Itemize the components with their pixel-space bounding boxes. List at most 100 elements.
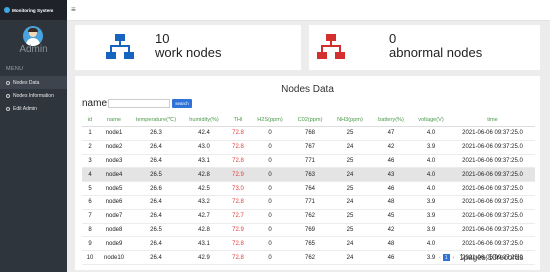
table-cell: 46 xyxy=(370,181,412,196)
table-cell: 42.7 xyxy=(182,209,226,224)
next-page-icon[interactable]: › xyxy=(453,255,455,261)
table-cell: 1 xyxy=(82,126,98,141)
table-cell: 43.1 xyxy=(182,236,226,252)
table-cell: node9 xyxy=(98,236,130,252)
column-header: C02(ppm) xyxy=(290,113,330,127)
table-cell: 72.8 xyxy=(226,195,250,210)
work-nodes-count: 10 xyxy=(155,31,170,46)
table-cell: 26.5 xyxy=(130,223,182,238)
brand: Monitoring System xyxy=(0,0,67,20)
search-button[interactable]: search xyxy=(172,99,192,108)
table-cell: 43.0 xyxy=(182,140,226,155)
table-cell: 2021-06-06 09:37:25.0 xyxy=(450,236,535,252)
table-row[interactable]: 2 node2 26.4 43.0 72.8 0 767 24 42 3.9 2021-06-06 … xyxy=(82,140,535,155)
brand-title: Monitoring System xyxy=(12,7,54,13)
table-cell: 0 xyxy=(250,250,290,265)
circle-icon xyxy=(6,93,10,98)
table-cell: 46 xyxy=(370,154,412,169)
table-cell: 0 xyxy=(250,181,290,196)
table-cell: 2021-06-06 09:37:25.0 xyxy=(450,209,535,224)
table-cell: 2021-06-06 09:37:25.0 xyxy=(450,140,535,155)
table-cell: 24 xyxy=(330,167,370,183)
table-cell: 72.8 xyxy=(226,126,250,141)
table-cell: 46 xyxy=(370,250,412,265)
sidebar-item-nodes-information[interactable]: Nodes Information xyxy=(0,89,67,102)
column-header: humidity(%) xyxy=(182,113,226,127)
menu-toggle-icon[interactable]: ≡ xyxy=(71,6,76,14)
table-cell: node2 xyxy=(98,140,130,155)
table-cell: 2 xyxy=(82,140,98,155)
table-cell: 762 xyxy=(290,209,330,224)
table-cell: 26.3 xyxy=(130,126,182,141)
table-cell: 48 xyxy=(370,195,412,210)
sidebar-item-label: Nodes Information xyxy=(13,92,54,99)
table-cell: 26.6 xyxy=(130,181,182,196)
table-row[interactable]: 8 node8 26.5 42.8 72.9 0 769 25 42 3.9 2021-06-06 … xyxy=(82,223,535,238)
table-cell: 26.4 xyxy=(130,154,182,169)
column-header: id xyxy=(82,113,98,127)
table-cell: 0 xyxy=(250,195,290,210)
column-header: time xyxy=(450,113,535,127)
sidebar-item-label: Edit Admin xyxy=(13,105,37,112)
table-cell: 5 xyxy=(82,181,98,196)
sidebar-item-edit-admin[interactable]: Edit Admin xyxy=(0,102,67,115)
table-cell: 3 xyxy=(82,154,98,169)
table-cell: 771 xyxy=(290,195,330,210)
table-cell: 25 xyxy=(330,209,370,224)
table-cell: node10 xyxy=(98,250,130,265)
abnormal-nodes-label: abnormal nodes xyxy=(389,45,483,60)
table-row[interactable]: 3 node3 26.4 43.1 72.8 0 771 25 46 4.0 2021-06-06 … xyxy=(82,154,535,169)
user-name: Admin xyxy=(19,44,48,55)
table-cell: node1 xyxy=(98,126,130,141)
table-row[interactable]: 6 node6 26.4 43.2 72.8 0 771 24 48 3.9 2021-06-06 … xyxy=(82,195,535,210)
table-cell: 42.5 xyxy=(182,181,226,196)
table-cell: 26.4 xyxy=(130,195,182,210)
search-input[interactable] xyxy=(108,99,170,108)
circle-icon xyxy=(6,80,10,85)
column-header: H2S(ppm) xyxy=(250,113,290,127)
prev-page-icon[interactable]: ‹ xyxy=(439,255,441,261)
table-cell: 0 xyxy=(250,126,290,141)
table-cell: 769 xyxy=(290,223,330,238)
table-row[interactable]: 9 node9 26.4 43.1 72.8 0 765 24 48 4.0 2021-06-06 … xyxy=(82,236,535,252)
work-nodes-label: work nodes xyxy=(155,45,222,60)
table-cell: 3.9 xyxy=(412,195,450,210)
avatar xyxy=(23,26,43,46)
table-cell: 10 xyxy=(82,250,98,265)
nodes-table: id name temperature(℃) humidity(%) THI H… xyxy=(82,113,535,265)
page-button[interactable]: 1 xyxy=(442,254,450,261)
table-header-row: id name temperature(℃) humidity(%) THI H… xyxy=(82,113,535,127)
table-cell: 3.9 xyxy=(412,209,450,224)
table-cell: 9 xyxy=(82,236,98,252)
table-cell: 72.8 xyxy=(226,236,250,252)
table-cell: 768 xyxy=(290,126,330,141)
network-icon xyxy=(317,34,345,59)
table-row[interactable]: 7 node7 26.4 42.7 72.7 0 762 25 45 3.9 2021-06-06 … xyxy=(82,209,535,224)
sidebar-item-nodes-data[interactable]: Nodes Data xyxy=(0,76,67,89)
table-cell: 7 xyxy=(82,209,98,224)
table-cell: 2021-06-06 09:37:25.0 xyxy=(450,126,535,141)
table-cell: 24 xyxy=(330,140,370,155)
circle-icon xyxy=(6,106,10,111)
abnormal-nodes-count: 0 xyxy=(389,31,397,46)
logo-icon xyxy=(4,7,10,13)
table-cell: 2021-06-06 09:37:25.0 xyxy=(450,167,535,183)
table-cell: 26.4 xyxy=(130,140,182,155)
table-cell: 6 xyxy=(82,195,98,210)
table-cell: 4 xyxy=(82,167,98,183)
table-cell: 43.1 xyxy=(182,154,226,169)
table-row[interactable]: 4 node4 26.5 42.8 72.9 0 763 24 43 4.0 2021-06-06 … xyxy=(82,167,535,183)
table-cell: node4 xyxy=(98,167,130,183)
work-nodes-card: 10 work nodes xyxy=(75,25,301,70)
table-cell: 0 xyxy=(250,140,290,155)
table-cell: 42.8 xyxy=(182,167,226,183)
table-row[interactable]: 5 node5 26.6 42.5 73.0 0 764 25 46 4.0 2021-06-06 … xyxy=(82,181,535,196)
table-cell: 764 xyxy=(290,181,330,196)
table-cell: 72.8 xyxy=(226,140,250,155)
table-cell: 26.4 xyxy=(130,236,182,252)
table-row[interactable]: 1 node1 26.3 42.4 72.8 0 768 25 47 4.0 2021-06-06 … xyxy=(82,126,535,141)
pagination: ‹ 1 › 1pages,10records xyxy=(437,253,523,262)
table-cell: 48 xyxy=(370,236,412,252)
table-cell: 43.2 xyxy=(182,195,226,210)
column-header: battery(%) xyxy=(370,113,412,127)
